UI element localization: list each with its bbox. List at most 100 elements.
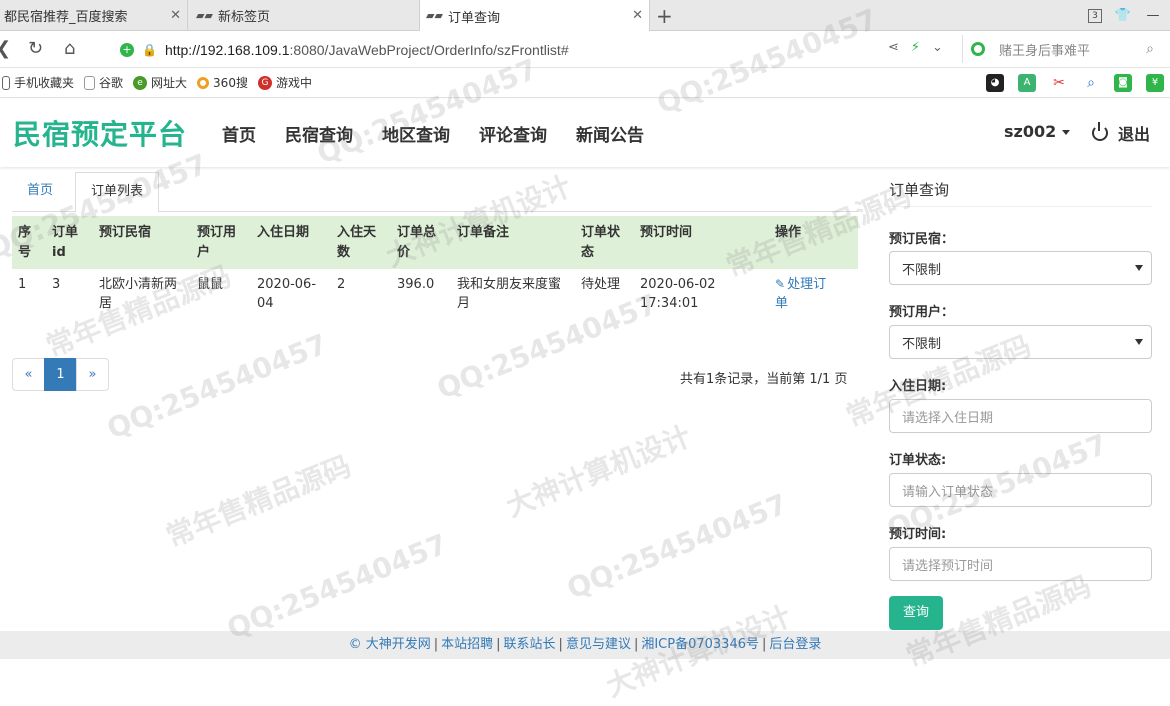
- query-button[interactable]: 查询: [889, 596, 943, 630]
- bookmark-google[interactable]: 谷歌: [84, 74, 123, 91]
- scissors-icon[interactable]: ✂: [1050, 74, 1068, 92]
- col-header-id: 订单 id: [46, 216, 93, 269]
- process-order-link[interactable]: ✎ 处理订单: [775, 277, 826, 311]
- browser-tab-new[interactable]: ▰▰ 新标签页: [190, 0, 420, 31]
- logout-button[interactable]: 退出: [1092, 121, 1150, 145]
- footer-link-feedback[interactable]: 意见与建议: [566, 637, 631, 652]
- bookmark-nav[interactable]: e 网址大: [133, 74, 187, 91]
- search-icon[interactable]: ⌕: [1146, 41, 1154, 57]
- caret-down-icon: [1062, 130, 1071, 135]
- url-field[interactable]: + 🔒 http://192.168.109.1:8080/JavaWebPro…: [120, 36, 950, 63]
- bookmark-games[interactable]: G 游戏中: [257, 74, 312, 91]
- certificate-warning-icon[interactable]: 🔒: [142, 43, 157, 57]
- username: sz002: [1004, 122, 1057, 141]
- site-logo[interactable]: 民宿预定平台: [13, 113, 187, 153]
- cell-no: 1: [18, 277, 27, 292]
- footer-link-admin-login[interactable]: 后台登录: [769, 637, 821, 652]
- prev-page-button[interactable]: «: [12, 358, 45, 391]
- close-tab-icon[interactable]: ✕: [170, 8, 181, 23]
- breadcrumb: 首页 订单列表: [12, 172, 858, 213]
- order-status-input[interactable]: 请输入订单状态: [889, 473, 1152, 507]
- window-controls: 3 👕 —: [1088, 0, 1170, 31]
- main-nav: 首页 民宿查询 地区查询 评论查询 新闻公告: [222, 121, 673, 146]
- cell-status: 待处理: [581, 277, 621, 292]
- address-actions: ⋖ ⚡ ⌄: [888, 40, 943, 55]
- order-status-label: 订单状态:: [889, 453, 947, 468]
- browser-tab-baidu[interactable]: 都民宿推荐_百度搜索 ✕: [0, 0, 188, 31]
- col-header-total: 订单总价: [391, 216, 451, 269]
- user-select[interactable]: 不限制: [889, 325, 1152, 359]
- user-menu[interactable]: sz002: [1004, 122, 1071, 141]
- sidebar-title: 订单查询: [889, 181, 950, 199]
- site-footer: © 大神开发网 | 本站招聘 | 联系站长 | 意见与建议 | 湘ICP备0703346号 | 后台…: [0, 631, 1170, 659]
- bookmarks-bar: 手机收藏夹 谷歌 e 网址大 360搜 G 游戏中 ◕ A ✂ ⌕ ◙ ¥: [0, 68, 1170, 98]
- col-header-remark: 订单备注: [451, 216, 575, 269]
- footer-link-copyright[interactable]: © 大神开发网: [349, 637, 431, 652]
- extension-translate-icon[interactable]: A: [1018, 74, 1036, 92]
- cell-checkin: 2020-06- 04: [257, 277, 317, 311]
- watermark-text: 常年售精品源码: [161, 449, 356, 554]
- search-input[interactable]: 赌王身后事难平: [999, 40, 1146, 59]
- security-shield-icon: +: [120, 42, 134, 57]
- booking-time-input[interactable]: 请选择预订时间: [889, 547, 1152, 581]
- col-header-booked-at: 预订时间: [634, 216, 769, 269]
- page-1-button[interactable]: 1: [44, 358, 77, 391]
- nav-home[interactable]: 首页: [222, 121, 256, 146]
- cell-booked-at: 2020-06-02 17:34:01: [640, 277, 716, 311]
- search-engine-logo-icon: [971, 42, 985, 56]
- lightning-icon[interactable]: ⚡: [911, 40, 920, 55]
- cell-total: 396.0: [397, 277, 435, 292]
- tab-favicon-icon: ▰▰: [426, 9, 443, 22]
- cell-remark: 我和女朋友来度蜜月: [457, 277, 562, 311]
- homestay-filter-label: 预订民宿：: [889, 232, 955, 247]
- breadcrumb-home[interactable]: 首页: [12, 172, 68, 213]
- 360-search-icon: [197, 76, 210, 89]
- checkin-date-input[interactable]: 请选择入住日期: [889, 399, 1152, 433]
- url-text: http://192.168.109.1:8080/JavaWebProject…: [164, 41, 569, 58]
- gamepad-icon[interactable]: ◙: [1114, 74, 1132, 92]
- chevron-down-icon[interactable]: ⌄: [932, 40, 943, 55]
- reload-icon[interactable]: ↻: [28, 38, 43, 59]
- watermark-text: QQ:254540457: [222, 527, 452, 646]
- new-tab-plus-icon[interactable]: +: [656, 4, 673, 28]
- bookmark-360[interactable]: 360搜: [197, 74, 248, 91]
- globe-icon: e: [133, 75, 148, 90]
- footer-link-contact[interactable]: 联系站长: [504, 637, 556, 652]
- col-header-days: 入住天数: [331, 216, 391, 269]
- footer-link-icp[interactable]: 湘ICP备0703346号: [641, 637, 759, 652]
- share-icon[interactable]: ⋖: [888, 40, 899, 55]
- next-page-button[interactable]: »: [76, 358, 109, 391]
- orders-table: 序号 订单 id 预订民宿 预订用户 入住日期 入住天数 订单总价 订单备注 订单…: [12, 216, 858, 319]
- user-filter-label: 预订用户：: [889, 305, 955, 320]
- yen-icon[interactable]: ¥: [1146, 74, 1164, 92]
- site-header: 民宿预定平台 首页 民宿查询 地区查询 评论查询 新闻公告 sz002 退出: [0, 99, 1170, 167]
- tab-favicon-icon: ▰▰: [196, 8, 213, 22]
- col-header-action: 操作: [769, 216, 858, 269]
- footer-link-jobs[interactable]: 本站招聘: [441, 637, 493, 652]
- minimize-icon[interactable]: —: [1136, 8, 1170, 23]
- back-arrow-icon[interactable]: ❮: [0, 38, 11, 59]
- magnifier-icon[interactable]: ⌕: [1082, 74, 1100, 92]
- address-bar: ❮ ↻ ⌂ + 🔒 http://192.168.109.1:8080/Java…: [0, 31, 1170, 68]
- table-header-row: 序号 订单 id 预订民宿 预订用户 入住日期 入住天数 订单总价 订单备注 订单…: [12, 216, 858, 269]
- extension-cat-icon[interactable]: ◕: [986, 74, 1004, 92]
- tab-count-badge[interactable]: 3: [1088, 8, 1102, 23]
- nav-homestay-query[interactable]: 民宿查询: [285, 121, 353, 146]
- breadcrumb-current[interactable]: 订单列表: [75, 172, 160, 213]
- bookmark-mobile[interactable]: 手机收藏夹: [2, 74, 74, 91]
- col-header-checkin: 入住日期: [251, 216, 331, 269]
- nav-comment-query[interactable]: 评论查询: [479, 121, 547, 146]
- extension-icons: ◕ A ✂ ⌕ ◙ ¥: [986, 74, 1164, 92]
- nav-area-query[interactable]: 地区查询: [382, 121, 450, 146]
- dropdown-arrow-icon: [1135, 265, 1143, 271]
- home-icon[interactable]: ⌂: [64, 38, 75, 59]
- phone-icon: [2, 75, 10, 90]
- shirt-skin-icon[interactable]: 👕: [1110, 8, 1136, 23]
- pagination: « 1 »: [12, 358, 109, 391]
- search-box[interactable]: 赌王身后事难平 ⌕: [962, 35, 1162, 63]
- close-tab-icon[interactable]: ✕: [632, 8, 643, 23]
- cell-id: 3: [52, 277, 61, 292]
- nav-news[interactable]: 新闻公告: [576, 121, 644, 146]
- homestay-select[interactable]: 不限制: [889, 251, 1152, 285]
- browser-tab-order[interactable]: ▰▰ 订单查询 ✕: [420, 0, 650, 32]
